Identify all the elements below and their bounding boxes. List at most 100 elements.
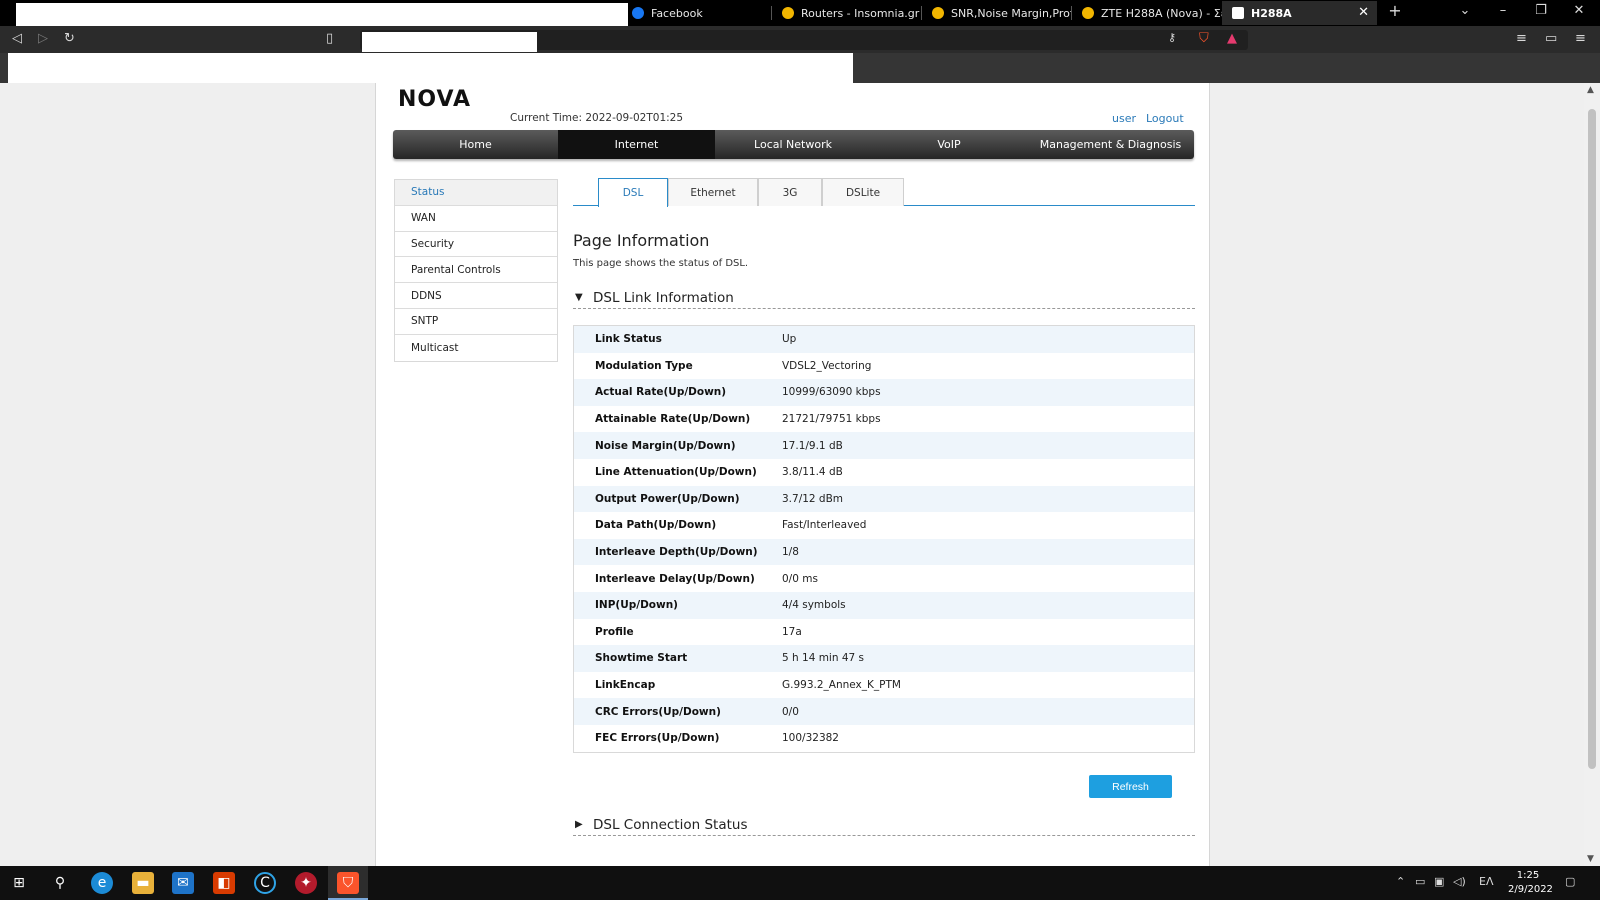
current-time: Current Time: 2022-09-02T01:25 — [510, 112, 684, 124]
section-label: DSL Link Information — [593, 289, 734, 306]
key-icon[interactable]: ⚷ — [1168, 31, 1176, 44]
sidebar-item-ddns[interactable]: DDNS — [395, 283, 557, 309]
row-label: Attainable Rate(Up/Down) — [595, 413, 751, 426]
nav-local-network[interactable]: Local Network — [715, 130, 871, 159]
main-navigation: Home Internet Local Network VoIP Managem… — [393, 130, 1194, 159]
row-value: 0/0 — [782, 705, 799, 718]
browser-toolbar: ◁ ▷ ↻ ▯ ⚷ ⛉ ▲ ≡ ▭ ≡ — [0, 26, 1600, 53]
logout-link[interactable]: Logout — [1146, 112, 1184, 125]
row-value: 17.1/9.1 dB — [782, 439, 843, 452]
volume-icon[interactable]: ◁) — [1453, 875, 1466, 888]
menu-icon[interactable]: ≡ — [1575, 31, 1586, 46]
close-tab-icon[interactable]: ✕ — [1358, 5, 1369, 20]
table-row: Noise Margin(Up/Down) 17.1/9.1 dB — [574, 432, 1194, 459]
browser-tab-snr-noise-margin[interactable]: SNR,Noise Margin,Profiles — [922, 1, 1072, 25]
tab-label: H288A — [1251, 6, 1292, 20]
mail-icon[interactable]: ✉ — [172, 872, 194, 894]
row-label: Showtime Start — [595, 652, 688, 665]
dsl-link-information-header[interactable]: ▼ DSL Link Information — [573, 287, 1195, 309]
search-icon[interactable]: ⚲ — [49, 872, 71, 894]
brave-shields-icon[interactable]: ⛉ — [1199, 31, 1209, 46]
table-row: Attainable Rate(Up/Down) 21721/79751 kbps — [574, 405, 1194, 433]
dsl-connection-status-header[interactable]: ▶ DSL Connection Status — [573, 814, 1195, 836]
browser-tab-facebook[interactable]: Facebook — [622, 1, 772, 25]
bookmark-icon[interactable]: ▯ — [326, 31, 333, 46]
system-clock[interactable]: 1:25 2/9/2022 — [1508, 869, 1553, 897]
row-label: INP(Up/Down) — [595, 599, 678, 612]
back-icon[interactable]: ◁ — [12, 31, 22, 46]
sidebar-item-sntp[interactable]: SNTP — [395, 308, 557, 335]
row-label: FEC Errors(Up/Down) — [595, 732, 720, 745]
close-window-icon[interactable]: ✕ — [1569, 3, 1589, 18]
office-icon[interactable]: ◧ — [213, 872, 235, 894]
scroll-down-icon[interactable]: ▼ — [1587, 854, 1594, 864]
file-explorer-icon[interactable]: ▬ — [132, 872, 154, 894]
sidebar-item-multicast[interactable]: Multicast — [395, 334, 557, 361]
language-indicator[interactable]: EΛ — [1479, 875, 1493, 888]
table-row: Link Status Up — [574, 326, 1194, 353]
windows-taskbar: ⊞ ⚲ e ▬ ✉ ◧ C ✦ ⛉ ⌃ ▭ ▣ ◁) EΛ 1:25 2/9/2… — [0, 866, 1600, 900]
reload-icon[interactable]: ↻ — [64, 31, 75, 46]
reading-list-icon[interactable]: ≡ — [1516, 31, 1527, 46]
tab-ethernet[interactable]: Ethernet — [668, 178, 758, 206]
forward-icon[interactable]: ▷ — [38, 31, 48, 46]
row-label: LinkEncap — [595, 679, 656, 692]
table-row: Output Power(Up/Down) 3.7/12 dBm — [574, 485, 1194, 513]
network-icon[interactable]: ▣ — [1434, 875, 1444, 888]
table-row: Data Path(Up/Down) Fast/Interleaved — [574, 512, 1194, 539]
ccleaner-icon[interactable]: C — [254, 872, 276, 894]
section-label: DSL Connection Status — [593, 816, 748, 833]
page-title: Page Information — [573, 231, 710, 250]
tray-chevron-up-icon[interactable]: ⌃ — [1396, 875, 1405, 888]
windows-start-icon[interactable]: ⊞ — [8, 872, 30, 894]
insomnia-icon — [782, 7, 794, 19]
refresh-button[interactable]: Refresh — [1089, 775, 1172, 798]
tab-dslite[interactable]: DSLite — [822, 178, 904, 206]
tab-label: Facebook — [651, 6, 703, 20]
user-link[interactable]: user — [1112, 112, 1136, 125]
sidebar-item-parental-controls[interactable]: Parental Controls — [395, 257, 557, 284]
row-label: Output Power(Up/Down) — [595, 492, 740, 505]
notifications-icon[interactable]: ▢ — [1565, 875, 1575, 888]
edge-icon[interactable]: e — [91, 872, 113, 894]
row-value: 0/0 ms — [782, 572, 818, 585]
tab-search-chevron-icon[interactable]: ⌄ — [1455, 3, 1475, 18]
sidebar: Status WAN Security Parental Controls DD… — [394, 179, 558, 362]
row-label: Noise Margin(Up/Down) — [595, 439, 736, 452]
battery-icon[interactable]: ▭ — [1415, 875, 1425, 888]
row-value: Up — [782, 333, 797, 346]
minimize-window-icon[interactable]: – — [1493, 3, 1513, 18]
row-label: CRC Errors(Up/Down) — [595, 705, 721, 718]
sidebar-item-status[interactable]: Status — [395, 180, 557, 206]
row-value: 17a — [782, 625, 802, 638]
brave-browser-icon[interactable]: ⛉ — [337, 872, 359, 894]
brave-rewards-icon[interactable]: ▲ — [1227, 31, 1237, 46]
facebook-icon — [632, 7, 644, 19]
restore-window-icon[interactable]: ❐ — [1531, 3, 1551, 18]
nav-voip[interactable]: VoIP — [871, 130, 1027, 159]
browser-tab-zte-h288a[interactable]: ZTE H288A (Nova) - Σελίδα — [1072, 1, 1222, 25]
clock-date: 2/9/2022 — [1508, 884, 1553, 895]
game-app-icon[interactable]: ✦ — [295, 872, 317, 894]
sidebar-item-wan[interactable]: WAN — [395, 205, 557, 232]
sidebar-item-security[interactable]: Security — [395, 231, 557, 258]
insomnia-icon — [932, 7, 944, 19]
browser-tab-insomnia-routers[interactable]: Routers - Insomnia.gr — [772, 1, 922, 25]
bookmarks-bar — [0, 53, 1600, 83]
nav-internet[interactable]: Internet — [558, 130, 715, 159]
browser-tab-bar: Facebook Routers - Insomnia.gr SNR,Noise… — [0, 0, 1600, 32]
browser-tab-h288a[interactable]: H288A ✕ — [1222, 1, 1377, 25]
table-row: Interleave Delay(Up/Down) 0/0 ms — [574, 565, 1194, 592]
redacted-region — [362, 32, 537, 52]
expanded-triangle-icon: ▼ — [575, 292, 583, 303]
wallet-icon[interactable]: ▭ — [1545, 31, 1557, 46]
page-scrollbar[interactable]: ▲ ▼ — [1584, 83, 1600, 866]
tab-dsl[interactable]: DSL — [598, 178, 668, 207]
row-value: 1/8 — [782, 546, 799, 559]
scrollbar-thumb[interactable] — [1588, 109, 1596, 769]
new-tab-button[interactable]: + — [1385, 1, 1405, 20]
tab-3g[interactable]: 3G — [758, 178, 822, 206]
scroll-up-icon[interactable]: ▲ — [1587, 85, 1594, 95]
nav-home[interactable]: Home — [393, 130, 558, 159]
nav-management-diagnosis[interactable]: Management & Diagnosis — [1027, 130, 1194, 159]
